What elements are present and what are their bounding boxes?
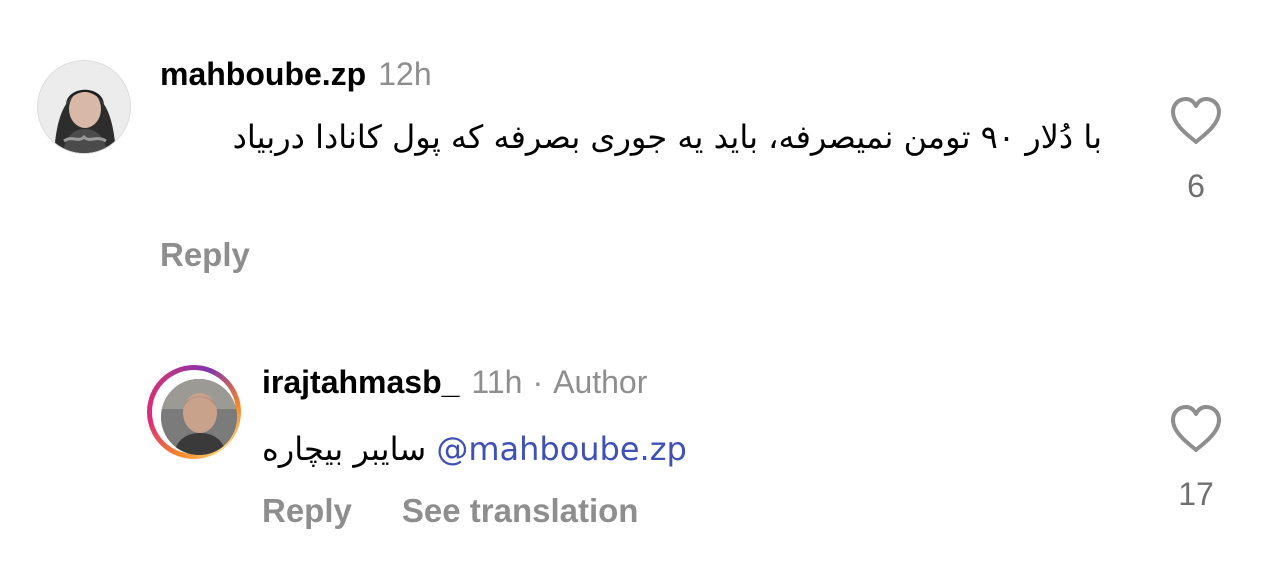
reply-button[interactable]: Reply	[160, 236, 250, 274]
avatar-story-ring[interactable]	[147, 365, 241, 459]
heart-outline-icon[interactable]	[1168, 96, 1224, 146]
avatar[interactable]	[37, 60, 131, 154]
like-count: 17	[1178, 476, 1214, 512]
timestamp: 12h	[378, 56, 432, 92]
comment-actions: Reply	[160, 236, 250, 274]
like-section: 17	[1168, 404, 1224, 513]
comment-header: irajtahmasb_ 11h · Author	[262, 364, 647, 401]
heart-outline-icon[interactable]	[1168, 404, 1224, 454]
avatar-image	[38, 61, 130, 153]
avatar-image	[161, 379, 237, 455]
comment-text: سایبر بیچاره	[262, 430, 427, 468]
comment-text: با دُلار ۹۰ تومن نمیصرفه، باید یه جوری ب…	[232, 118, 1102, 156]
comment-header: mahboube.zp 12h	[160, 56, 432, 93]
comment-item: mahboube.zp 12h با دُلار ۹۰ تومن نمیصرفه…	[0, 0, 1280, 300]
reply-button[interactable]: Reply	[262, 492, 352, 530]
comment-text-row: @mahboube.zp سایبر بیچاره	[262, 420, 772, 478]
mention-link[interactable]: @mahboube.zp	[436, 430, 687, 468]
avatar	[161, 379, 237, 455]
comment-actions: Reply See translation	[262, 492, 638, 530]
timestamp: 11h	[471, 364, 523, 400]
username[interactable]: irajtahmasb_	[262, 364, 459, 401]
username[interactable]: mahboube.zp	[160, 56, 366, 93]
meta-separator: ·	[532, 364, 544, 400]
like-section: 6	[1168, 96, 1224, 205]
see-translation-button[interactable]: See translation	[402, 492, 639, 530]
like-count: 6	[1187, 168, 1205, 204]
author-badge: Author	[553, 364, 648, 400]
avatar-ring-gap	[152, 370, 237, 455]
